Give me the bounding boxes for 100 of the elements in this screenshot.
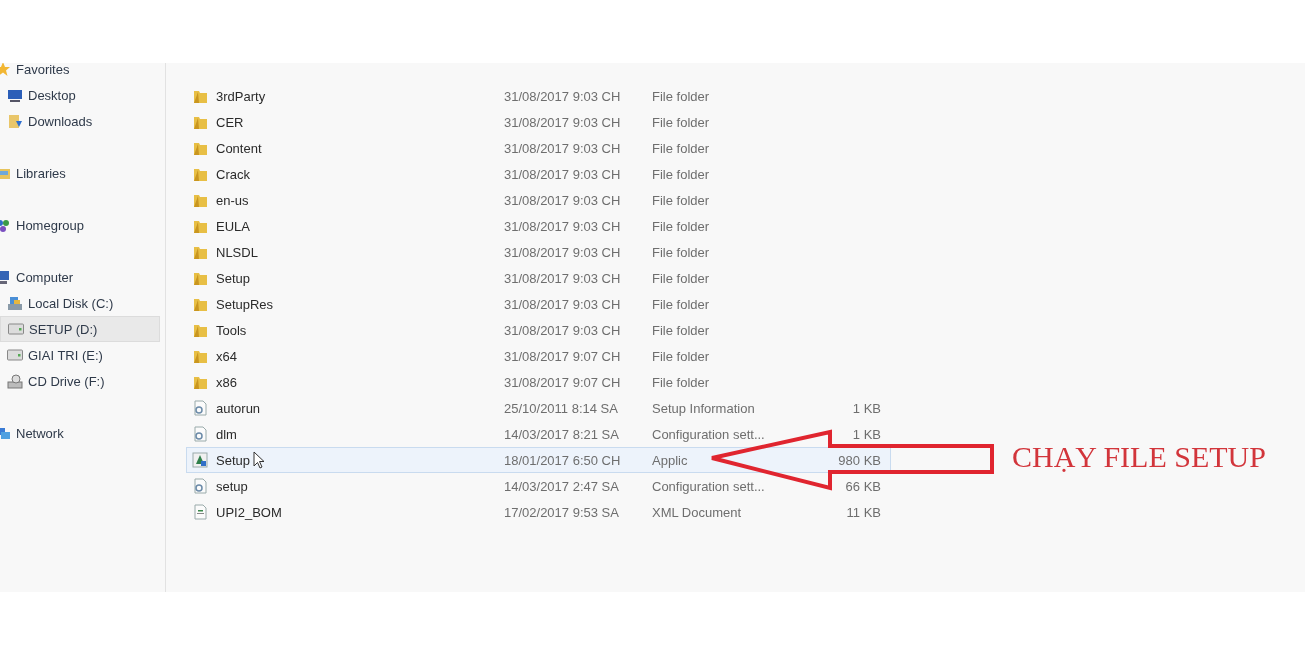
file-row[interactable]: x86 31/08/2017 9:07 CH File folder — [186, 369, 891, 395]
file-row[interactable]: EULA 31/08/2017 9:03 CH File folder — [186, 213, 891, 239]
file-name: NLSDL — [216, 244, 258, 260]
file-date: 31/08/2017 9:07 CH — [504, 348, 622, 364]
file-date: 25/10/2011 8:14 SA — [504, 400, 619, 416]
file-row[interactable]: Content 31/08/2017 9:03 CH File folder — [186, 135, 891, 161]
file-row[interactable]: Crack 31/08/2017 9:03 CH File folder — [186, 161, 891, 187]
disk-icon — [7, 295, 23, 311]
file-name: 3rdParty — [216, 88, 266, 104]
folder-icon — [192, 166, 208, 182]
file-type: Configuration sett... — [652, 426, 766, 442]
file-row[interactable]: setup 14/03/2017 2:47 SA Configuration sett... 66 KB — [186, 473, 891, 499]
file-name: dlm — [216, 426, 237, 442]
file-type: File folder — [652, 114, 711, 130]
file-type: XML Document — [652, 504, 743, 520]
file-date: 31/08/2017 9:03 CH — [504, 192, 622, 208]
sidebar-item[interactable]: Computer — [0, 264, 155, 290]
sidebar-item[interactable]: Favorites — [0, 63, 155, 82]
file-date: 31/08/2017 9:03 CH — [504, 270, 622, 286]
file-row[interactable]: NLSDL 31/08/2017 9:03 CH File folder — [186, 239, 891, 265]
file-name: Content — [216, 140, 262, 156]
file-row[interactable]: en-us 31/08/2017 9:03 CH File folder — [186, 187, 891, 213]
file-date: 31/08/2017 9:03 CH — [504, 88, 622, 104]
file-date: 31/08/2017 9:03 CH — [504, 322, 622, 338]
file-date: 31/08/2017 9:03 CH — [504, 296, 622, 312]
file-date: 17/02/2017 9:53 SA — [504, 504, 620, 520]
file-type: File folder — [652, 88, 711, 104]
file-name: x64 — [216, 348, 237, 364]
sidebar-item[interactable]: CD Drive (F:) — [0, 368, 160, 394]
file-type: Applic — [652, 452, 689, 468]
file-row[interactable]: SetupRes 31/08/2017 9:03 CH File folder — [186, 291, 891, 317]
file-row[interactable]: autorun 25/10/2011 8:14 SA Setup Information 1 KB — [186, 395, 891, 421]
folder-icon — [192, 270, 208, 286]
file-name: Crack — [216, 166, 250, 182]
file-type: File folder — [652, 348, 711, 364]
drive-icon — [7, 347, 23, 363]
file-type: Setup Information — [652, 400, 756, 416]
folder-icon — [192, 296, 208, 312]
annotation-label: CHẠY FILE SETUP — [1012, 440, 1266, 474]
desktop-icon — [7, 87, 23, 103]
file-size: 980 KB — [837, 452, 881, 468]
document-icon — [192, 504, 208, 520]
file-size: 66 KB — [844, 478, 881, 494]
file-type: File folder — [652, 218, 711, 234]
file-row[interactable]: Tools 31/08/2017 9:03 CH File folder — [186, 317, 891, 343]
file-date: 31/08/2017 9:03 CH — [504, 140, 622, 156]
file-date: 18/01/2017 6:50 CH — [504, 452, 622, 468]
folder-icon — [192, 348, 208, 364]
file-name: autorun — [216, 400, 261, 416]
file-name: CER — [216, 114, 244, 130]
file-type: File folder — [652, 270, 711, 286]
file-type: File folder — [652, 140, 711, 156]
file-name: Setup — [216, 270, 250, 286]
file-row[interactable]: UPI2_BOM 17/02/2017 9:53 SA XML Document 11 KB — [186, 499, 891, 525]
file-name: UPI2_BOM — [216, 504, 282, 520]
file-type: File folder — [652, 296, 711, 312]
folder-icon — [192, 374, 208, 390]
sidebar-item[interactable]: GIAI TRI (E:) — [0, 342, 160, 368]
file-date: 31/08/2017 9:03 CH — [504, 114, 622, 130]
folder-icon — [192, 192, 208, 208]
document-icon — [192, 400, 208, 416]
file-date: 31/08/2017 9:03 CH — [504, 244, 622, 260]
file-name: x86 — [216, 374, 237, 390]
file-row[interactable]: Setup 18/01/2017 6:50 CH Applic 980 KB — [186, 447, 891, 473]
folder-icon — [192, 140, 208, 156]
sidebar-item[interactable]: Desktop — [0, 82, 160, 108]
file-name: EULA — [216, 218, 250, 234]
file-date: 14/03/2017 8:21 SA — [504, 426, 620, 442]
file-row[interactable]: CER 31/08/2017 9:03 CH File folder — [186, 109, 891, 135]
folder-icon — [192, 88, 208, 104]
folder-icon — [192, 322, 208, 338]
file-row[interactable]: Setup 31/08/2017 9:03 CH File folder — [186, 265, 891, 291]
sidebar-item[interactable]: Libraries — [0, 160, 155, 186]
file-row[interactable]: dlm 14/03/2017 8:21 SA Configuration sett... 1 KB — [186, 421, 891, 447]
sidebar-item[interactable]: Network — [0, 420, 155, 446]
drive-icon — [8, 321, 24, 337]
sidebar-item[interactable]: Downloads — [0, 108, 160, 134]
file-name: Tools — [216, 322, 247, 338]
file-type: File folder — [652, 192, 711, 208]
cd-icon — [7, 373, 23, 389]
folder-icon — [192, 244, 208, 260]
file-size: 1 KB — [851, 400, 881, 416]
file-name: SetupRes — [216, 296, 274, 312]
document-icon — [192, 478, 208, 494]
folder-icon — [192, 218, 208, 234]
sidebar-item[interactable]: Homegroup — [0, 212, 155, 238]
file-size: 1 KB — [851, 426, 881, 442]
file-type: File folder — [652, 374, 711, 390]
downloads-icon — [7, 113, 23, 129]
file-name: en-us — [216, 192, 249, 208]
file-type: File folder — [652, 166, 711, 182]
file-date: 14/03/2017 2:47 SA — [504, 478, 620, 494]
file-date: 31/08/2017 9:03 CH — [504, 166, 622, 182]
sidebar-item[interactable]: SETUP (D:) — [0, 316, 160, 342]
file-row[interactable]: 3rdParty 31/08/2017 9:03 CH File folder — [186, 83, 891, 109]
file-type: File folder — [652, 244, 711, 260]
file-row[interactable]: x64 31/08/2017 9:07 CH File folder — [186, 343, 891, 369]
file-type: Configuration sett... — [652, 478, 766, 494]
sidebar-item[interactable]: Local Disk (C:) — [0, 290, 160, 316]
file-name: Setup — [216, 452, 250, 468]
